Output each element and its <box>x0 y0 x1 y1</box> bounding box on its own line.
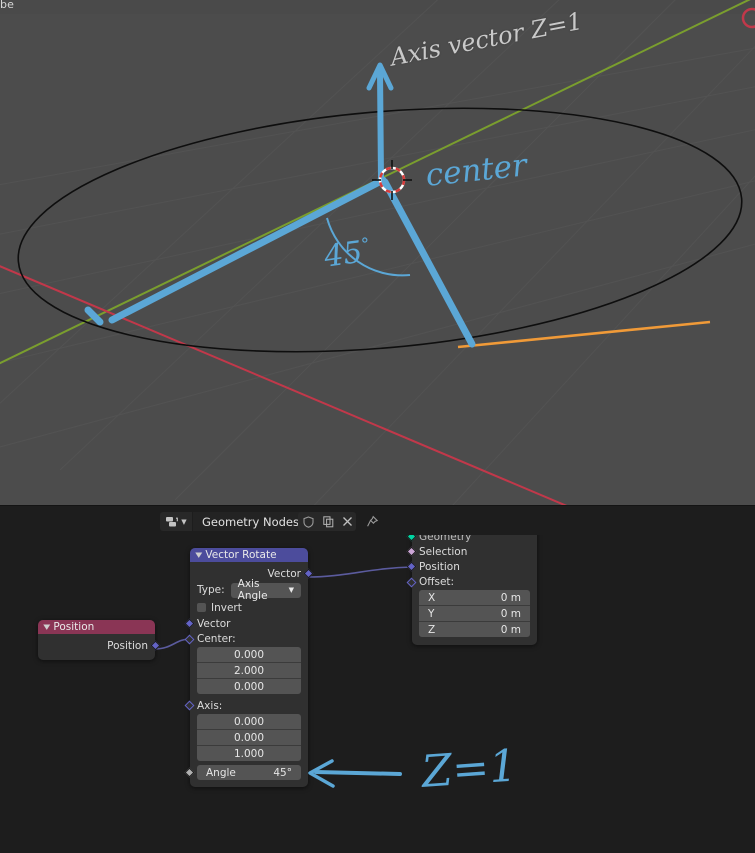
close-icon <box>342 516 353 527</box>
axis-z-field[interactable]: 1.000 <box>197 746 301 761</box>
node-position[interactable]: ▼ Position Position <box>38 620 155 660</box>
editor-type-selector[interactable]: ▼ <box>160 512 192 531</box>
node-vector-rotate[interactable]: ▼ Vector Rotate Vector Type: Axis Angle … <box>190 548 308 787</box>
3d-viewport[interactable]: be <box>0 0 755 505</box>
angle-label: Angle <box>206 767 236 779</box>
chevron-down-icon: ▼ <box>289 586 294 594</box>
angle-value: 45° <box>273 767 292 779</box>
output-socket-label: Position <box>107 640 148 652</box>
node-position-header[interactable]: ▼ Position <box>38 620 155 634</box>
type-dropdown[interactable]: Axis Angle ▼ <box>231 583 301 598</box>
center-y-field[interactable]: 2.000 <box>197 663 301 679</box>
geometry-nodes-editor-icon <box>165 516 179 528</box>
selected-edge <box>458 322 710 347</box>
axis-label: Axis: <box>197 700 222 712</box>
offset-y-value: 0 m <box>501 608 521 620</box>
axis-y-field[interactable]: 0.000 <box>197 730 301 746</box>
node-position-output-row: Position <box>38 638 155 653</box>
chevron-down-icon[interactable]: ▼ <box>195 551 202 559</box>
node-position-title: Position <box>53 621 94 633</box>
viewport-canvas <box>0 0 755 505</box>
node-editor-canvas[interactable]: ▼ Position Position ▼ Vector Rotate Vect… <box>0 535 755 853</box>
offset-y-field[interactable]: Y 0 m <box>419 606 530 622</box>
type-row: Type: Axis Angle ▼ <box>190 581 308 599</box>
offset-x-axis: X <box>428 592 435 604</box>
axis-gizmo-dot <box>743 9 755 27</box>
node-links-layer <box>0 535 755 853</box>
type-label: Type: <box>197 584 225 596</box>
blender-window: be <box>0 0 755 853</box>
fake-user-button[interactable] <box>298 512 318 531</box>
axis-input-row: Axis: <box>190 697 308 714</box>
pin-button[interactable] <box>362 512 382 531</box>
center-input-row: Center: <box>190 631 308 647</box>
selection-input-row: Selection <box>412 544 537 559</box>
chevron-down-icon: ▼ <box>181 518 186 526</box>
invert-label: Invert <box>211 602 242 614</box>
chevron-down-icon[interactable]: ▼ <box>43 623 50 631</box>
axis-line-x <box>0 262 600 505</box>
pin-icon <box>366 515 379 528</box>
node-tree-name-field[interactable]: Geometry Nodes <box>193 512 308 531</box>
duplicate-icon <box>323 516 334 528</box>
node-vector-rotate-header[interactable]: ▼ Vector Rotate <box>190 548 308 562</box>
unlink-node-tree-button[interactable] <box>338 512 356 531</box>
offset-z-value: 0 m <box>501 624 521 636</box>
new-node-tree-button[interactable] <box>318 512 338 531</box>
position-label: Position <box>419 561 460 573</box>
offset-z-field[interactable]: Z 0 m <box>419 622 530 637</box>
offset-x-value: 0 m <box>501 592 521 604</box>
geometry-label: Geometry <box>419 535 471 543</box>
offset-input-row: Offset: <box>412 574 537 590</box>
node-vector-rotate-title: Vector Rotate <box>205 549 276 561</box>
annotation-radius-start <box>112 180 383 320</box>
geometry-input-row: Geometry <box>412 535 537 544</box>
invert-checkbox[interactable] <box>197 603 206 612</box>
link-vector-to-position <box>308 567 412 577</box>
node-set-position[interactable]: Geometry Selection Position Offset: X 0 … <box>412 535 537 645</box>
offset-label: Offset: <box>419 576 454 588</box>
center-label: Center: <box>197 633 236 645</box>
angle-field[interactable]: Angle 45° <box>197 765 301 780</box>
invert-row[interactable]: Invert <box>190 599 308 616</box>
annotation-radius-end <box>385 182 472 344</box>
offset-z-axis: Z <box>428 624 435 636</box>
vector-input-label: Vector <box>197 618 230 630</box>
offset-y-axis: Y <box>428 608 434 620</box>
axis-x-field[interactable]: 0.000 <box>197 714 301 730</box>
vector-input-row: Vector <box>190 616 308 631</box>
selection-label: Selection <box>419 546 467 558</box>
shield-icon <box>303 516 314 528</box>
center-x-field[interactable]: 0.000 <box>197 647 301 663</box>
position-input-row: Position <box>412 559 537 574</box>
center-z-field[interactable]: 0.000 <box>197 679 301 694</box>
offset-x-field[interactable]: X 0 m <box>419 590 530 606</box>
node-editor-header: ▼ Geometry Nodes <box>0 505 755 536</box>
